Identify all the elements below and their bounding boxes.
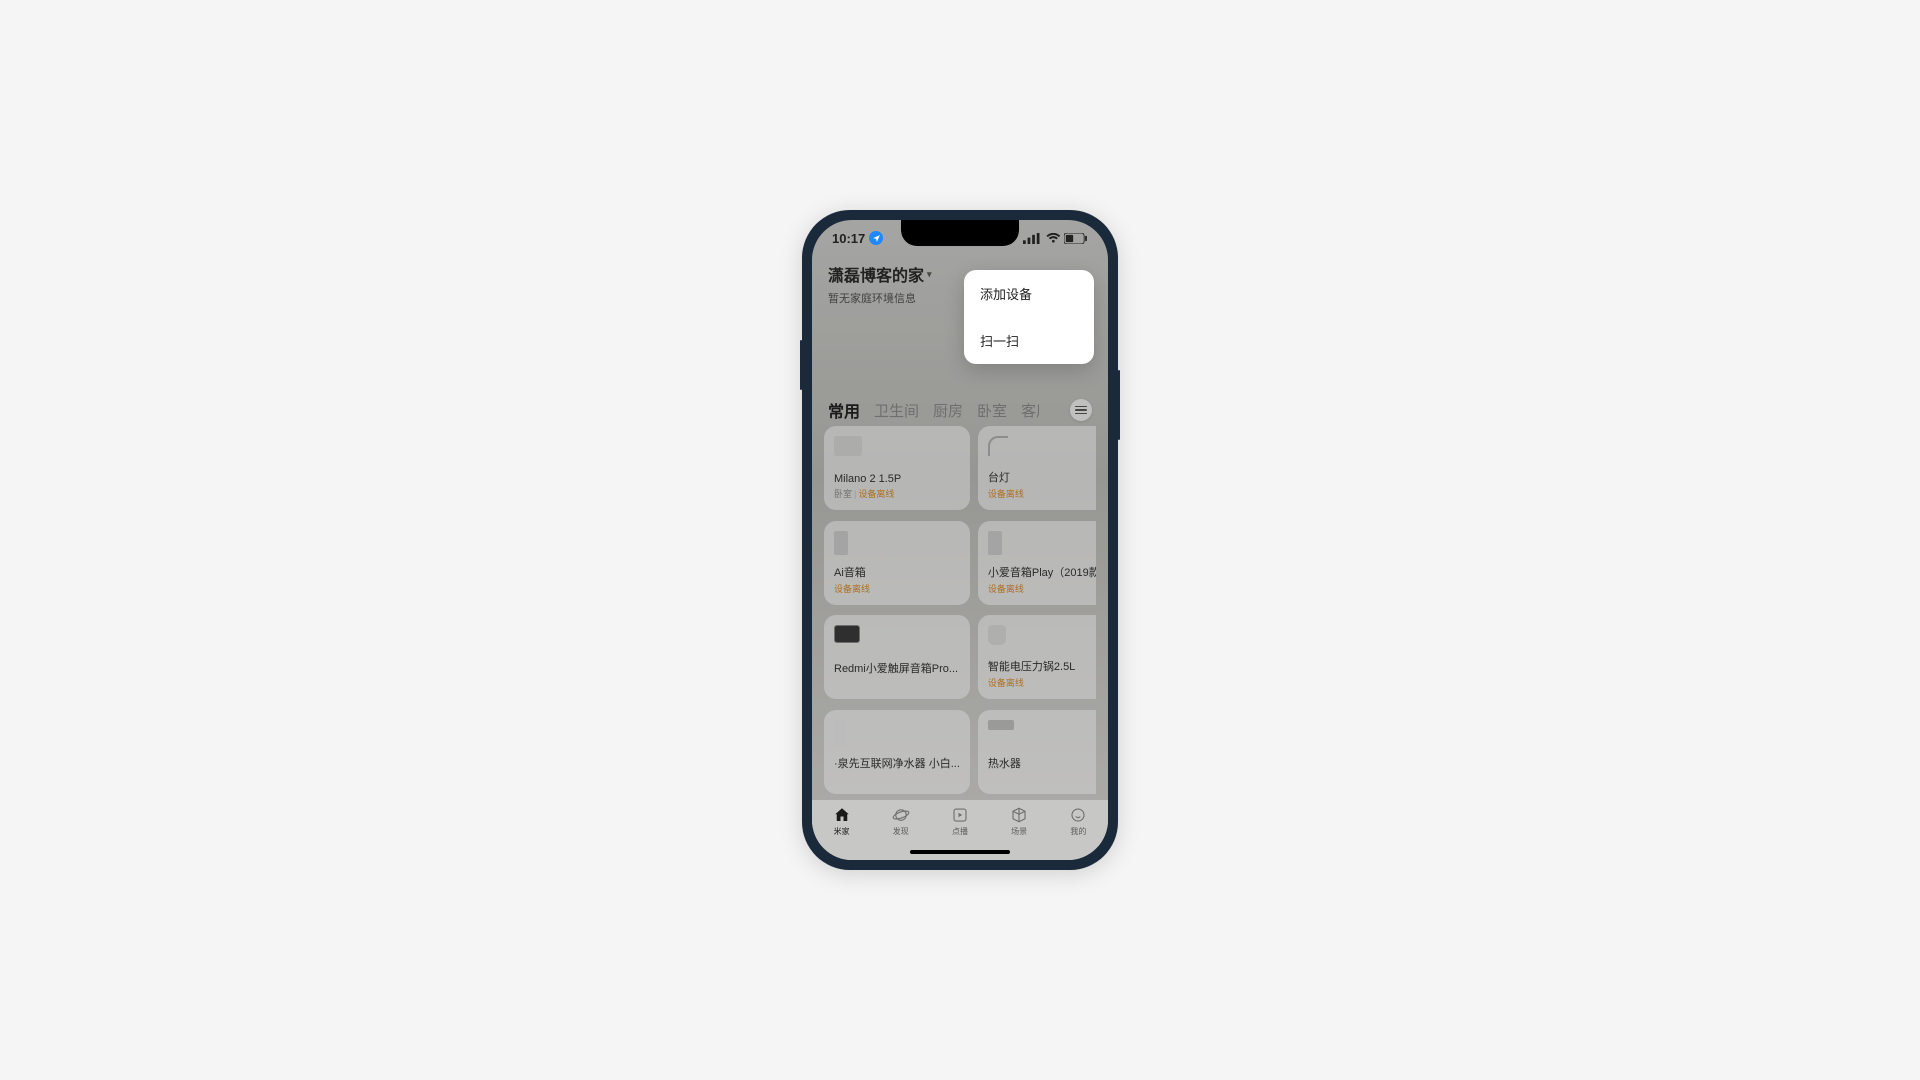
phone-frame: 10:17 潇磊博客的家 ▾ 暂无家庭环境信息 添加设备 扫一扫 [802,210,1118,870]
nav-scene[interactable]: 场景 [1010,806,1028,837]
tabs-more-button[interactable] [1070,399,1092,421]
tab-bathroom[interactable]: 卫生间 [874,400,919,421]
purifier-icon [834,720,846,746]
speaker-icon [834,531,848,555]
device-card[interactable]: 小爱音箱Play（2019款） 设备离线 [978,521,1096,605]
status-time: 10:17 [832,231,865,246]
play-icon [951,806,969,824]
room-tabs: 常用 卫生间 厨房 卧室 客厅 [828,398,1092,422]
device-card[interactable]: ·泉先互联网净水器 小白... [824,710,970,794]
device-card[interactable]: Redmi小爱触屏音箱Pro... [824,615,970,699]
wifi-icon [1046,233,1061,244]
home-name: 潇磊博客的家 [828,262,924,286]
device-name: Ai音箱 [834,564,960,580]
device-status: 设备离线 [988,678,1024,688]
device-name: 小爱音箱Play（2019款） [988,564,1096,580]
device-status: 设备离线 [858,489,894,499]
home-env-info: 暂无家庭环境信息 [828,290,932,306]
signal-icon [1023,233,1041,244]
tab-kitchen[interactable]: 厨房 [933,400,963,421]
nav-profile[interactable]: 我的 [1069,806,1087,837]
device-name: Redmi小爱触屏音箱Pro... [834,660,960,676]
battery-icon [1064,233,1088,244]
planet-icon [892,806,910,824]
device-name: 台灯 [988,469,1096,485]
home-selector[interactable]: 潇磊博客的家 ▾ [828,262,932,286]
screen: 10:17 潇磊博客的家 ▾ 暂无家庭环境信息 添加设备 扫一扫 [812,220,1108,860]
pot-icon [988,625,1006,645]
menu-scan[interactable]: 扫一扫 [964,317,1094,364]
screen-speaker-icon [834,625,860,643]
location-icon [869,231,883,245]
device-name: 热水器 [988,755,1096,771]
nav-discover[interactable]: 发现 [892,806,910,837]
device-grid: Milano 2 1.5P 卧室|设备离线 台灯 设备离线 Ai音箱 设备离线 [824,426,1096,796]
cube-icon [1010,806,1028,824]
device-card[interactable]: Milano 2 1.5P 卧室|设备离线 [824,426,970,510]
tab-favorites[interactable]: 常用 [828,398,860,422]
home-icon [833,806,851,824]
device-card[interactable]: 智能电压力锅2.5L 设备离线 [978,615,1096,699]
tab-living[interactable]: 客厅 [1021,400,1039,421]
speaker-icon [988,531,1002,555]
home-indicator[interactable] [910,850,1010,854]
device-name: Milano 2 1.5P [834,473,960,485]
status-icons [1023,233,1088,244]
notch [901,220,1019,246]
device-name: ·泉先互联网净水器 小白... [834,755,960,771]
add-menu-popup: 添加设备 扫一扫 [964,270,1094,364]
device-card[interactable]: Ai音箱 设备离线 [824,521,970,605]
device-status: 设备离线 [834,584,870,594]
header: 潇磊博客的家 ▾ 暂无家庭环境信息 [828,262,932,306]
smile-icon [1069,806,1087,824]
device-status: 设备离线 [988,584,1024,594]
ac-icon [834,436,862,456]
heater-icon [988,720,1014,730]
tab-bedroom[interactable]: 卧室 [977,400,1007,421]
lamp-icon [988,436,1008,456]
nav-home[interactable]: 米家 [833,806,851,837]
chevron-down-icon: ▾ [927,269,932,280]
device-card[interactable]: 热水器 [978,710,1096,794]
device-name: 智能电压力锅2.5L [988,658,1096,674]
menu-add-device[interactable]: 添加设备 [964,270,1094,317]
device-status: 设备离线 [988,489,1024,499]
nav-vod[interactable]: 点播 [951,806,969,837]
device-card[interactable]: 台灯 设备离线 [978,426,1096,510]
